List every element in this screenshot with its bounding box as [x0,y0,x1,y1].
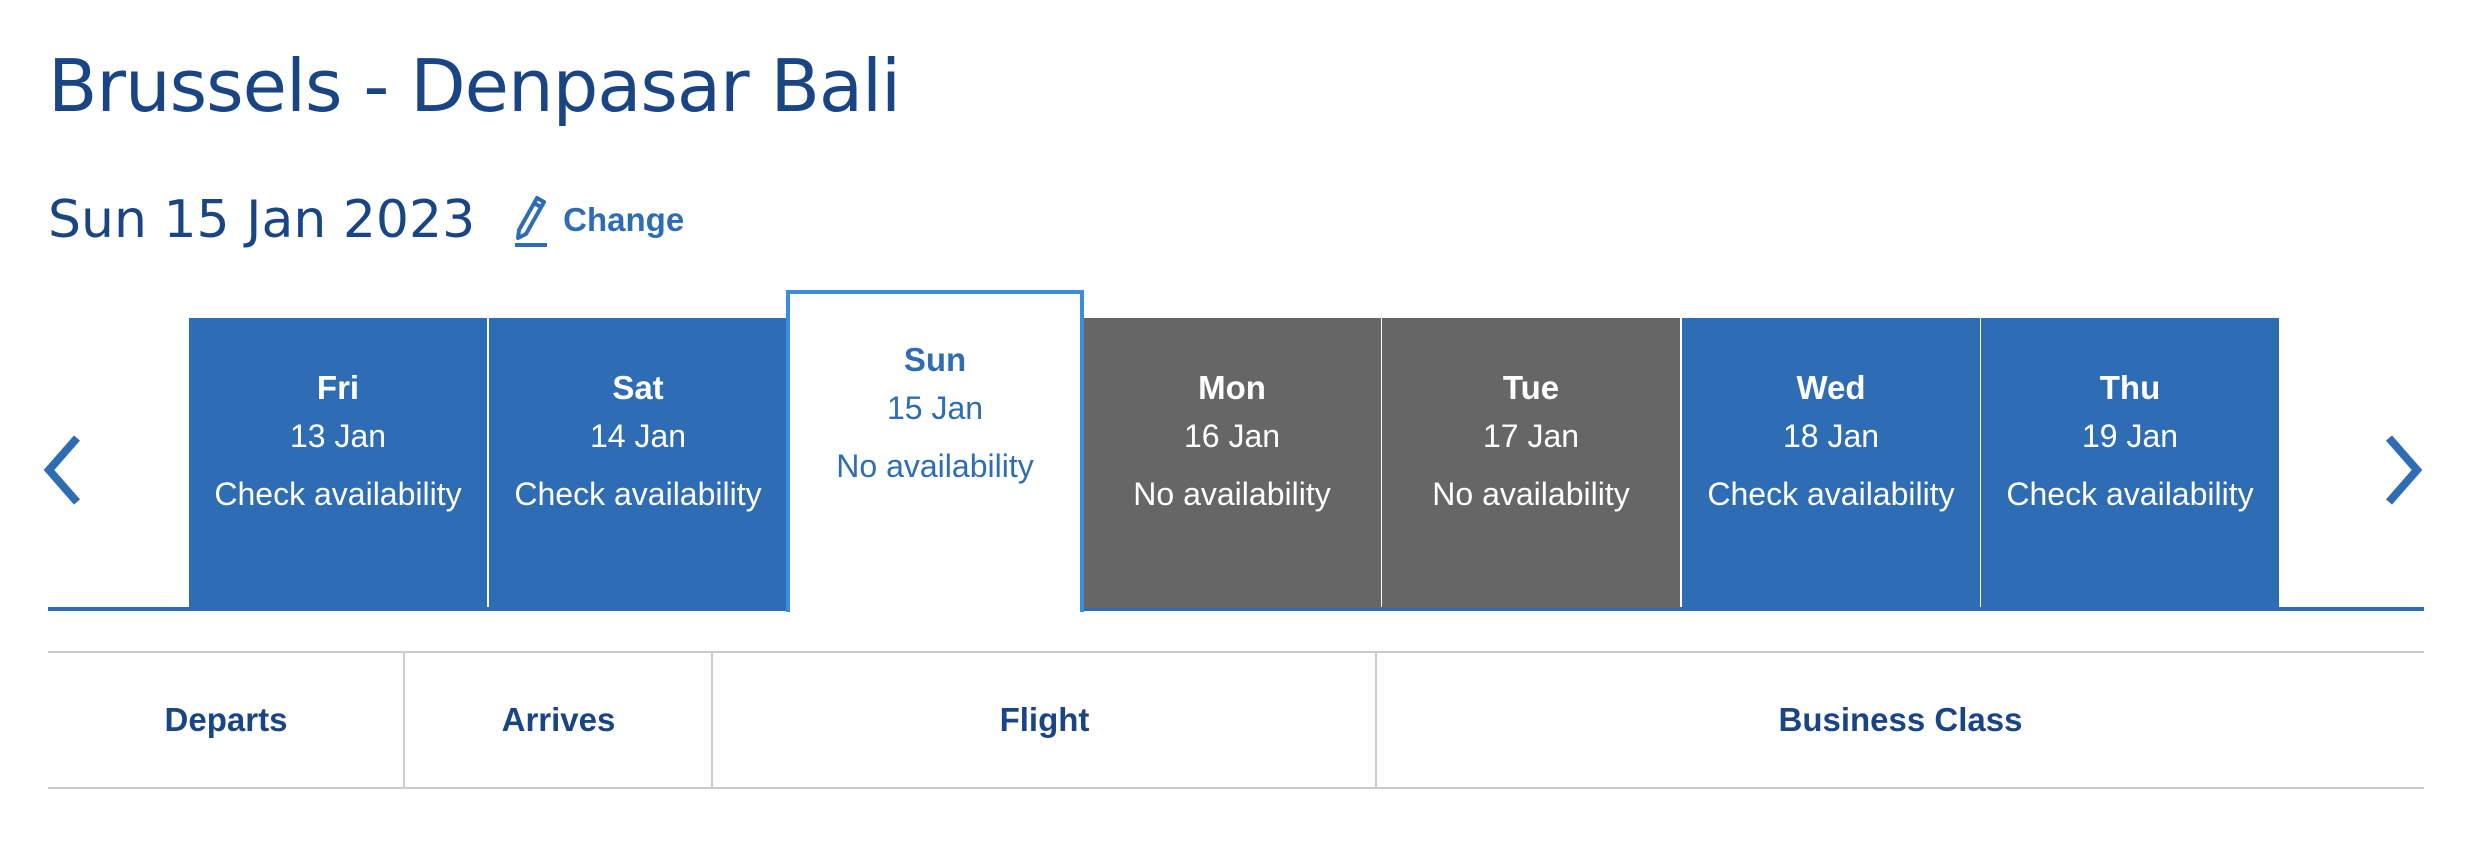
pencil-icon [513,192,549,248]
day-tab-thu-19-jan[interactable]: Thu 19 Jan Check availability [1981,318,2279,608]
selected-date: Sun 15 Jan 2023 [48,190,476,250]
chevron-right-icon [2385,435,2423,505]
results-table-header: Departs Arrives Flight Business Class [48,651,2424,789]
day-tab-tue-17-jan[interactable]: Tue 17 Jan No availability [1382,318,1680,608]
day-tab-wed-18-jan[interactable]: Wed 18 Jan Check availability [1682,318,1980,608]
day-availability: No availability [1432,476,1630,512]
day-name: Sun [903,341,967,378]
day-date: 19 Jan [2081,418,2179,454]
day-date: 18 Jan [1782,418,1880,454]
day-name: Mon [1198,369,1266,406]
day-tab-sat-14-jan[interactable]: Sat 14 Jan Check availability [489,318,787,608]
day-name: Tue [1502,369,1560,406]
day-date: 15 Jan [886,390,984,426]
day-availability: Check availability [514,476,762,512]
column-header-arrives[interactable]: Arrives [405,653,712,787]
day-name: Thu [2099,369,2161,406]
column-header-flight: Flight [999,701,1090,738]
page-title: Brussels - Denpasar Bali [48,44,901,128]
day-availability: Check availability [2006,476,2254,512]
column-header-departs[interactable]: Departs [48,653,404,787]
day-availability: No availability [836,448,1034,484]
day-date: 16 Jan [1183,418,1281,454]
day-availability: No availability [1133,476,1331,512]
change-date-label: Change [563,201,685,238]
day-name: Fri [316,369,360,406]
day-name: Sat [612,369,664,406]
column-header-business-class: Business Class [1778,701,2023,738]
change-date-button[interactable]: Change [513,192,684,248]
day-availability: Check availability [214,476,462,512]
next-days-button[interactable] [2371,430,2431,510]
day-tab-mon-16-jan[interactable]: Mon 16 Jan No availability [1083,318,1381,608]
date-selector: Fri 13 Jan Check availability Sat 14 Jan… [48,290,2424,612]
day-date: 14 Jan [589,418,687,454]
day-availability: Check availability [1707,476,1955,512]
day-date: 13 Jan [289,418,387,454]
day-tab-fri-13-jan[interactable]: Fri 13 Jan Check availability [189,318,487,608]
day-date: 17 Jan [1482,418,1580,454]
day-name: Wed [1796,369,1866,406]
selected-date-row: Sun 15 Jan 2023 Change [48,180,684,260]
day-tab-sun-15-jan[interactable]: Sun 15 Jan No availability [786,290,1084,612]
